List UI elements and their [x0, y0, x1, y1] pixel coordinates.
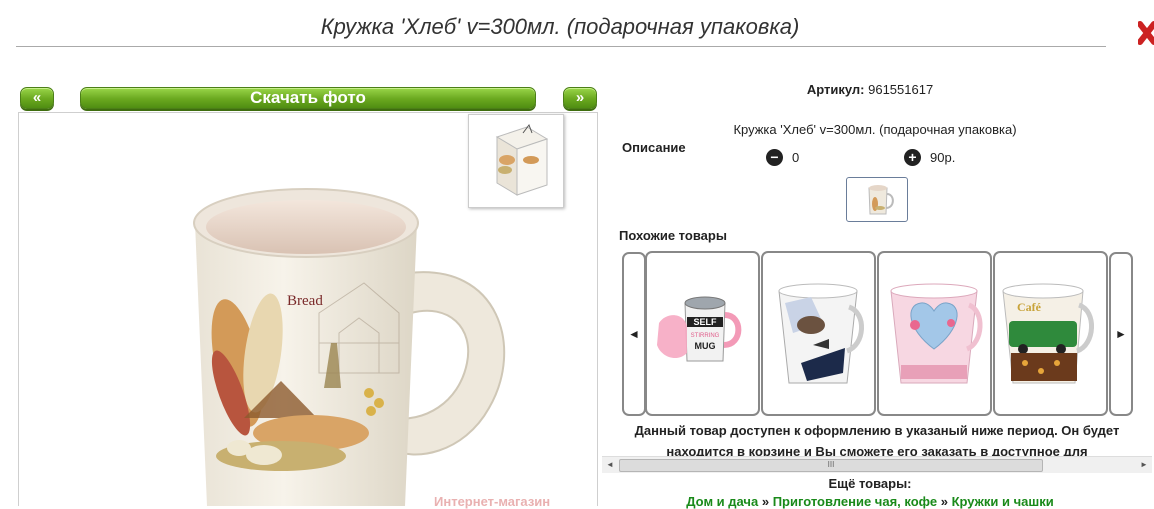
quantity-value: 0 [792, 150, 800, 165]
similar-product-card[interactable]: SELF STIRRING MUG [645, 251, 760, 416]
similar-product-card[interactable]: Café [993, 251, 1108, 416]
title-divider [16, 46, 1106, 47]
mug-word-1: SELF [693, 317, 717, 327]
article-value: 961551617 [868, 82, 934, 97]
scroll-left-arrow-icon[interactable]: ◄ [602, 457, 618, 473]
mug-word-3: MUG [695, 341, 716, 351]
article-label: Артикул: [806, 82, 865, 97]
mug-label: Bread [287, 293, 323, 309]
similar-product-card[interactable] [761, 251, 876, 416]
similar-products-title: Похожие товары [619, 228, 727, 243]
cafe-mug-label: Café [1017, 300, 1042, 314]
next-photo-button[interactable]: » [563, 87, 597, 109]
availability-notice: Данный товар доступен к оформлению в ука… [634, 423, 1120, 458]
self-stirring-mug-image: SELF STIRRING MUG [657, 296, 742, 362]
breadcrumb-link-tea-coffee[interactable]: Приготовление чая, кофе [773, 494, 937, 509]
photo-thumbnail[interactable] [468, 114, 564, 208]
article-row: Артикул: 961551617 [600, 82, 1140, 97]
mug-word-2: STIRRING [691, 333, 720, 339]
download-photo-button[interactable]: Скачать фото [80, 87, 536, 109]
breadcrumb: Дом и дача » Приготовление чая, кофе » К… [600, 494, 1140, 509]
scroll-right-arrow-icon[interactable]: ► [1136, 457, 1152, 473]
mug-thumbnail [868, 185, 894, 215]
close-icon[interactable] [1138, 20, 1154, 46]
breadcrumb-link-mugs-cups[interactable]: Кружки и чашки [952, 494, 1054, 509]
minus-icon[interactable]: − [766, 149, 783, 166]
cafe-mug-image: Café [1002, 283, 1094, 384]
watermark: Интернет-магазин [434, 494, 551, 509]
horizontal-scrollbar[interactable]: ◄ III ► [602, 456, 1152, 473]
scrollbar-thumb[interactable]: III [619, 459, 1043, 472]
plus-icon[interactable]: + [904, 149, 921, 166]
description-text: Кружка 'Хлеб' v=300мл. (подарочная упако… [733, 122, 1017, 137]
carousel-next-button[interactable]: ► [1109, 252, 1133, 416]
heart-mug-image [890, 283, 983, 384]
gift-box-thumbnail [495, 123, 549, 196]
carousel-prev-button[interactable]: ◄ [622, 252, 646, 416]
breadcrumb-separator: » [940, 494, 948, 509]
description-label: Описание [622, 140, 686, 155]
variant-thumbnail[interactable] [846, 177, 908, 222]
prev-photo-button[interactable]: « [20, 87, 54, 109]
fashion-mug-image [778, 283, 864, 384]
page-title: Кружка 'Хлеб' v=300мл. (подарочная упако… [320, 14, 800, 39]
similar-product-card[interactable] [877, 251, 992, 416]
breadcrumb-separator: » [761, 494, 770, 509]
price-value: 90р. [930, 150, 956, 165]
breadcrumb-link-home[interactable]: Дом и дача [686, 494, 758, 509]
more-products-title: Ещё товары: [828, 476, 912, 491]
